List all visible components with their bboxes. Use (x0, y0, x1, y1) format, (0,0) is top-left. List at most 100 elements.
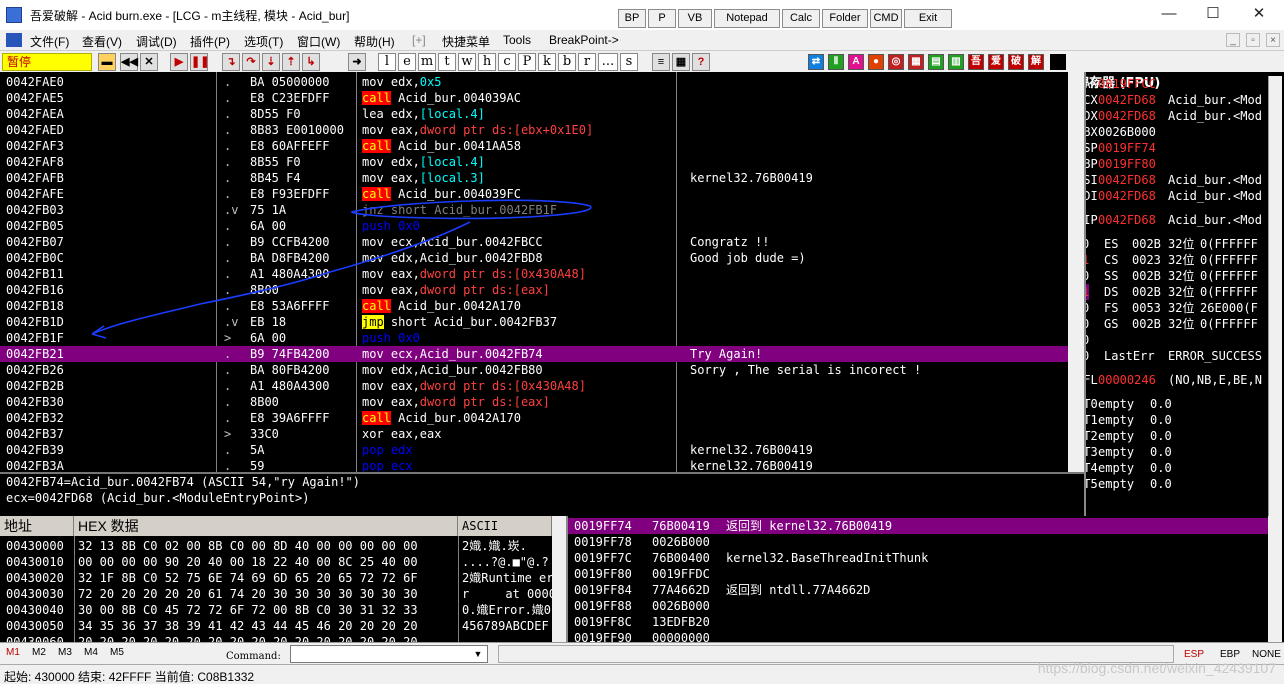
disasm-row[interactable]: 0042FB39. 5A pop edx kernel32.76B00419 (0, 442, 1068, 458)
dump-scrollbar[interactable] (552, 516, 566, 642)
stack-row[interactable]: 0019FF78 0026B000 (568, 534, 1268, 550)
toolbar-button-c[interactable]: c (498, 53, 516, 71)
stack-row[interactable]: 0019FF74 76B00419 返回到 kernel32.76B00419 (568, 518, 1268, 534)
list-icon[interactable]: ≡ (652, 53, 670, 71)
stack-row[interactable]: 0019FF88 0026B000 (568, 598, 1268, 614)
chevron-down-icon[interactable]: ▼ (470, 646, 486, 662)
toolbar-button-b[interactable]: b (558, 53, 576, 71)
execute-till-return-icon[interactable]: ↳ (302, 53, 320, 71)
stack-row[interactable]: 0019FF84 77A4662D 返回到 ntdll.77A4662D (568, 582, 1268, 598)
toolbar-button-p[interactable]: P (518, 53, 536, 71)
disasm-row[interactable]: 0042FB32. E8 39A6FFFF call Acid_bur.0042A1… (0, 410, 1068, 426)
menu-quick[interactable]: 快捷菜单 (442, 33, 490, 50)
quick-button-notepad[interactable]: Notepad (714, 9, 780, 28)
step-over-icon[interactable]: ↷ (242, 53, 260, 71)
disasm-row[interactable]: 0042FB1D .v EB 18 jmp short Acid_bur.0042FB… (0, 314, 1068, 330)
toolbar-button-k[interactable]: k (538, 53, 556, 71)
m1-button[interactable]: M1 (6, 647, 20, 658)
ascii-icon[interactable]: A (848, 54, 864, 70)
close-process-icon[interactable]: ✕ (140, 53, 158, 71)
registers-pane[interactable]: 寄存器 (FPU) EAX0019FFCCECX0042FD68Acid_bur… (1084, 72, 1284, 516)
menu-window[interactable]: 窗口(W) (297, 33, 340, 50)
run-icon[interactable]: ▶ (170, 53, 188, 71)
ai-button[interactable]: 爱 (988, 54, 1004, 70)
ebp-button[interactable]: EBP (1220, 649, 1240, 660)
grid-icon[interactable]: ▦ (672, 53, 690, 71)
menu-plus[interactable]: [+] (412, 33, 426, 47)
wu-button[interactable]: 吾 (968, 54, 984, 70)
disasm-row[interactable]: 0042FAE5. E8 C23EFDFF call Acid_bur.004039… (0, 90, 1068, 106)
disasm-row[interactable]: 0042FAF3. E8 60AFFEFF call Acid_bur.0041AA… (0, 138, 1068, 154)
record-icon[interactable]: ● (868, 54, 884, 70)
dump-row[interactable]: 00430040 30 00 8B C0 45 72 72 6F 72 00 8B… (0, 602, 566, 618)
disasm-row[interactable]: 0042FB3A. 59 pop ecx kernel32.76B00419 (0, 458, 1068, 472)
quick-button-exit[interactable]: Exit (904, 9, 952, 28)
menu-options[interactable]: 选项(T) (244, 33, 283, 50)
disasm-row[interactable]: 0042FAF8. 8B55 F0 mov edx,[local.4] (0, 154, 1068, 170)
none-button[interactable]: NONE (1252, 649, 1281, 660)
disasm-row[interactable]: 0042FAFE. E8 F93EFDFF call Acid_bur.004039… (0, 186, 1068, 202)
quick-button-folder[interactable]: Folder (822, 9, 868, 28)
memory-dump-pane[interactable]: 地址 HEX 数据 ASCII 00430000 32 13 8B C0 02 0… (0, 516, 566, 642)
toolbar-button-dots[interactable]: ... (598, 53, 618, 71)
pause-icon[interactable]: ❚❚ (190, 53, 209, 71)
dump-row[interactable]: 00430030 72 20 20 20 20 20 61 74 20 30 30… (0, 586, 566, 602)
disasm-row[interactable]: 0042FB21. B9 74FB4200 mov ecx,Acid_bur.004… (0, 346, 1068, 362)
disasm-row[interactable]: 0042FB05. 6A 00 push 0x0 (0, 218, 1068, 234)
stack-row[interactable]: 0019FF80 0019FFDC (568, 566, 1268, 582)
refresh-icon[interactable]: ⇄ (808, 54, 824, 70)
quick-button-cmd[interactable]: CMD (870, 9, 902, 28)
stack-pane[interactable]: 0019FF74 76B00419 返回到 kernel32.76B00419 001… (566, 516, 1284, 642)
dump-header-ascii[interactable]: ASCII (458, 516, 552, 536)
menu-debug[interactable]: 调试(D) (136, 33, 177, 50)
trace-over-icon[interactable]: ⇡ (282, 53, 300, 71)
table-icon[interactable]: ▦ (908, 54, 924, 70)
window-icon[interactable]: ▥ (948, 54, 964, 70)
menu-breakpoint[interactable]: BreakPoint-> (549, 33, 619, 47)
open-folder-icon[interactable]: ▬ (98, 53, 116, 71)
m5-button[interactable]: M5 (110, 647, 124, 658)
dump-row[interactable]: 00430060 20 20 20 20 20 20 20 20 20 20 20… (0, 634, 566, 642)
toolbar-button-r[interactable]: r (578, 53, 596, 71)
po-button[interactable]: 破 (1008, 54, 1024, 70)
m3-button[interactable]: M3 (58, 647, 72, 658)
menu-plugins[interactable]: 插件(P) (190, 33, 230, 50)
stack-scrollbar[interactable] (1268, 516, 1282, 642)
m2-button[interactable]: M2 (32, 647, 46, 658)
menu-tools[interactable]: Tools (503, 33, 531, 47)
toolbar-button-w[interactable]: w (458, 53, 476, 71)
disasm-row[interactable]: 0042FB07. B9 CCFB4200 mov ecx,Acid_bur.004… (0, 234, 1068, 250)
dump-header-hex[interactable]: HEX 数据 (74, 516, 458, 536)
trace-into-icon[interactable]: ⇣ (262, 53, 280, 71)
disasm-row[interactable]: 0042FB16. 8B00 mov eax,dword ptr ds:[eax] (0, 282, 1068, 298)
rewind-icon[interactable]: ◀◀ (120, 53, 138, 71)
disasm-row[interactable]: 0042FAEA. 8D55 F0 lea edx,[local.4] (0, 106, 1068, 122)
toolbar-button-e[interactable]: e (398, 53, 416, 71)
dump-header-address[interactable]: 地址 (0, 516, 74, 536)
m4-button[interactable]: M4 (84, 647, 98, 658)
stack-row[interactable]: 0019FF8C 13EDFB20 (568, 614, 1268, 630)
goto-icon[interactable]: ➜ (348, 53, 366, 71)
memory-icon[interactable]: ▤ (928, 54, 944, 70)
toolbar-button-l[interactable]: l (378, 53, 396, 71)
quick-button-p[interactable]: P (648, 9, 676, 28)
dump-row[interactable]: 00430020 32 1F 8B C0 52 75 6E 74 69 6D 65… (0, 570, 566, 586)
esp-button[interactable]: ESP (1184, 649, 1204, 660)
mdi-close-button[interactable]: × (1266, 33, 1280, 47)
menu-help[interactable]: 帮助(H) (354, 33, 395, 50)
maximize-button[interactable]: ☐ (1198, 4, 1228, 26)
disasm-row[interactable]: 0042FB11. A1 480A4300 mov eax,dword ptr ds… (0, 266, 1068, 282)
jie-button[interactable]: 解 (1028, 54, 1044, 70)
command-input[interactable] (290, 645, 488, 663)
dump-row[interactable]: 00430050 34 35 36 37 38 39 41 42 43 44 45… (0, 618, 566, 634)
disassembly-pane[interactable]: 0042FAE0. BA 05000000 mov edx,0x5 0042FAE5.… (0, 72, 1068, 472)
pause-green-icon[interactable]: Ⅱ (828, 54, 844, 70)
registers-scrollbar[interactable] (1268, 76, 1282, 516)
stack-row[interactable]: 0019FF90 00000000 (568, 630, 1268, 642)
minimize-button[interactable]: — (1154, 4, 1184, 26)
stack-row[interactable]: 0019FF7C 76B00400 kernel32.BaseThreadInitT… (568, 550, 1268, 566)
disasm-row[interactable]: 0042FB2B. A1 480A4300 mov eax,dword ptr ds… (0, 378, 1068, 394)
quick-button-bp[interactable]: BP (618, 9, 646, 28)
dump-row[interactable]: 00430000 32 13 8B C0 02 00 8B C0 00 8D 40… (0, 538, 566, 554)
disasm-row[interactable]: 0042FB0C. BA D8FB4200 mov edx,Acid_bur.004… (0, 250, 1068, 266)
